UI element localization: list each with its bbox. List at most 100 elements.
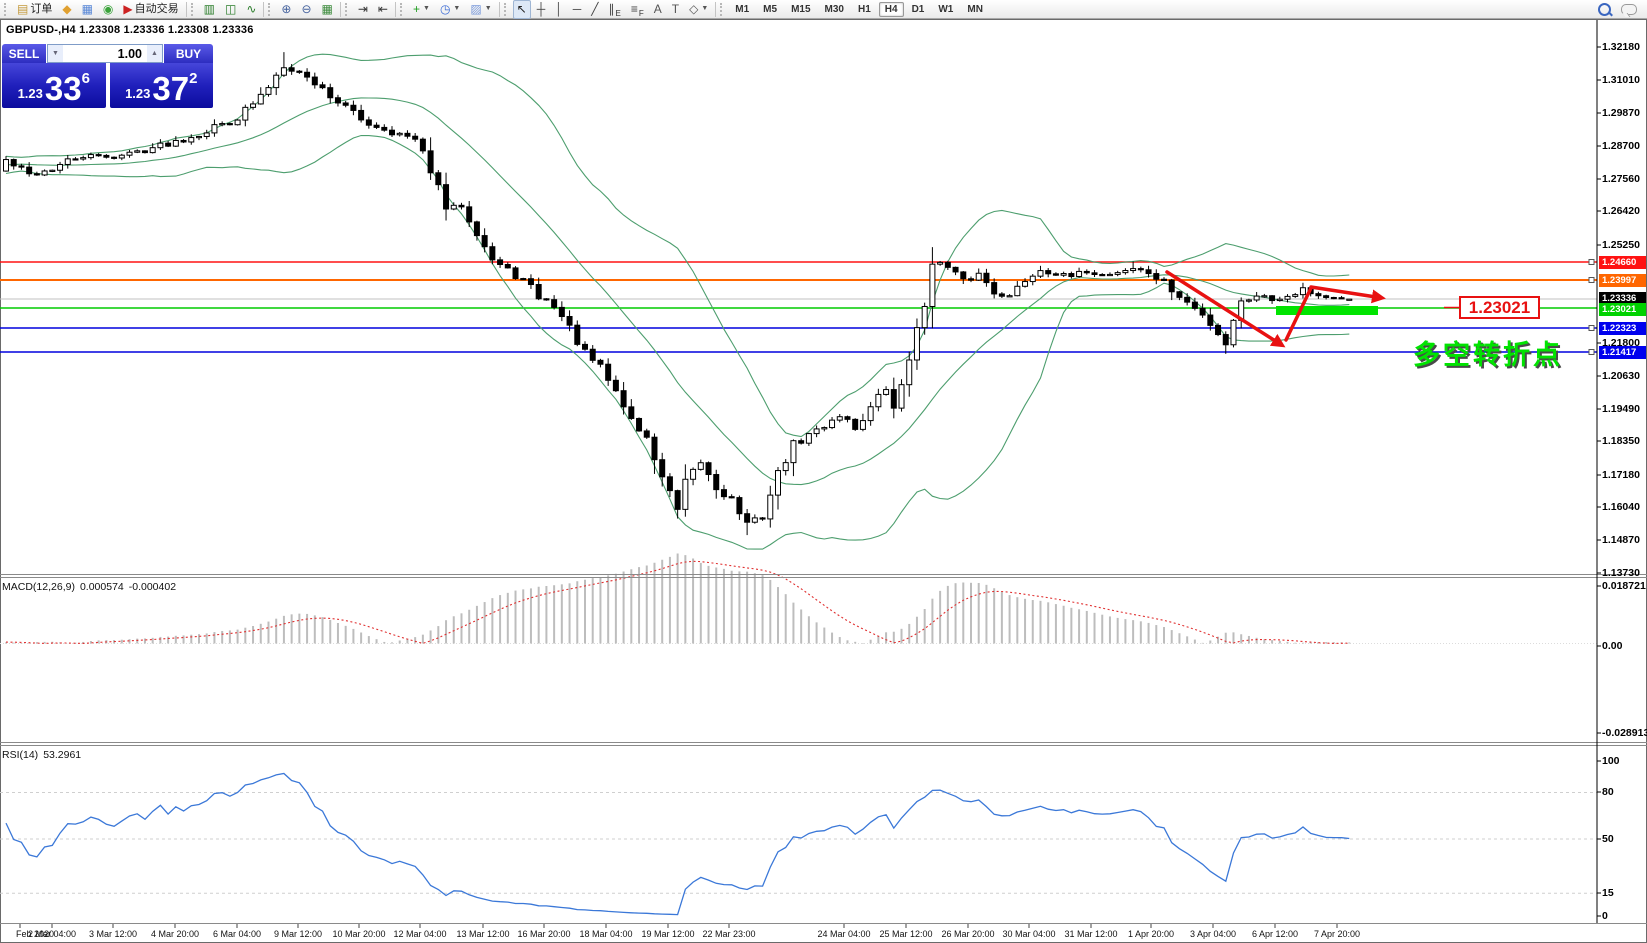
crosshair-icon: ┼ — [537, 2, 546, 16]
tb-handle — [400, 3, 405, 16]
metatrader-terminal: { "toolbar": { "buttons": [ {"name":"new… — [0, 0, 1647, 943]
timeframe-D1[interactable]: D1 — [906, 2, 931, 17]
tb-sep — [340, 2, 341, 17]
arrows-button[interactable]: ◇▼ — [685, 0, 712, 19]
equidistant-channel-button[interactable]: ∥E — [604, 0, 624, 19]
market-watch-button[interactable]: ◉ — [99, 0, 117, 19]
tb-sep — [263, 2, 264, 17]
vertical-line-button[interactable]: │ — [551, 0, 567, 19]
macd-value: 0.000574 — [80, 581, 124, 593]
rsi-panel-splitter[interactable] — [0, 742, 1647, 747]
sub-label: F — [639, 9, 644, 18]
tb-sep — [186, 2, 187, 17]
text-label-button[interactable]: T — [668, 0, 683, 19]
rsi-header: RSI(14)53.2961 — [2, 749, 86, 761]
sell-price[interactable]: 1.23336 — [2, 63, 106, 108]
timeframe-M30[interactable]: M30 — [819, 2, 850, 17]
bar-chart-icon: ▥ — [204, 2, 215, 16]
fibonacci-icon: ≡ — [631, 2, 638, 16]
toolbar-right — [1598, 3, 1647, 16]
sell-price-big: 33 — [45, 74, 82, 103]
chart-quote-header: GBPUSD-,H4 1.23308 1.23336 1.23308 1.233… — [6, 24, 254, 36]
trendline-button[interactable]: ╱ — [587, 0, 602, 19]
macd-panel-splitter[interactable] — [0, 574, 1647, 579]
tb-sep — [499, 2, 500, 17]
new-order-icon: ▤ — [17, 2, 28, 16]
new-order-button-label: 订单 — [30, 1, 52, 17]
chevron-down-icon[interactable]: ▼ — [423, 1, 430, 17]
timeframe-M1[interactable]: M1 — [729, 2, 755, 17]
volume-decrease-button[interactable]: ▼ — [48, 45, 63, 62]
indicators-icon: + — [413, 2, 420, 16]
chevron-down-icon[interactable]: ▼ — [701, 1, 708, 17]
chevron-down-icon[interactable]: ▼ — [453, 1, 460, 17]
equidistant-channel-icon: ∥ — [608, 2, 614, 16]
chevron-down-icon[interactable]: ▼ — [485, 1, 492, 17]
turning-point-annotation: 多空转折点 — [1413, 333, 1563, 372]
macd-header: MACD(12,26,9)0.000574-0.000402 — [2, 581, 181, 593]
sub-label: E — [615, 9, 620, 18]
chat-icon[interactable] — [1621, 4, 1637, 15]
tb-handle — [4, 3, 9, 16]
cursor-icon: ↖ — [517, 2, 527, 16]
zoom-in-icon: ⊕ — [281, 2, 291, 16]
zoom-out-button[interactable]: ⊖ — [297, 0, 315, 19]
cursor-button[interactable]: ↖ — [513, 0, 531, 19]
templates-button[interactable]: ▨▼ — [466, 0, 495, 19]
new-chart-button[interactable]: ▦ — [78, 0, 97, 19]
fibonacci-button[interactable]: ≡F — [627, 0, 648, 19]
timeframe-H1[interactable]: H1 — [852, 2, 877, 17]
text-button[interactable]: A — [650, 0, 666, 19]
toolbar: ▤订单◆▦◉▶自动交易▥◫∿⊕⊖▦⇥⇤+▼◷▼▨▼↖┼│─╱∥E≡FAT◇▼M1… — [0, 0, 1647, 19]
tb-sep — [395, 2, 396, 17]
metaeditor-icon: ◆ — [62, 2, 71, 16]
chart-canvas[interactable] — [0, 0, 1647, 943]
timeframe-W1[interactable]: W1 — [932, 2, 959, 17]
horizontal-line-icon: ─ — [573, 2, 582, 16]
candlestick-chart-icon: ◫ — [225, 2, 236, 16]
candlestick-chart-button[interactable]: ◫ — [221, 0, 240, 19]
volume-increase-button[interactable]: ▲ — [147, 45, 162, 62]
volume-input[interactable]: 1.00 — [63, 45, 147, 62]
search-icon[interactable] — [1598, 3, 1611, 16]
periods-button[interactable]: ◷▼ — [436, 0, 464, 19]
toolbar-items: ▤订单◆▦◉▶自动交易▥◫∿⊕⊖▦⇥⇤+▼◷▼▨▼↖┼│─╱∥E≡FAT◇▼M1… — [2, 0, 990, 19]
horizontal-line-button[interactable]: ─ — [569, 0, 586, 19]
bar-chart-button[interactable]: ▥ — [200, 0, 219, 19]
sell-button[interactable]: SELL — [2, 44, 46, 63]
chart-shift-icon: ⇤ — [378, 2, 388, 16]
text-label-icon: T — [672, 2, 679, 16]
tb-handle — [720, 3, 725, 16]
auto-trading-button[interactable]: ▶自动交易 — [119, 0, 182, 19]
crosshair-button[interactable]: ┼ — [533, 0, 550, 19]
text-icon: A — [654, 2, 662, 16]
timeframe-M15[interactable]: M15 — [785, 2, 816, 17]
tile-windows-button[interactable]: ▦ — [318, 0, 337, 19]
indicators-button[interactable]: +▼ — [409, 0, 434, 19]
tb-handle — [268, 3, 273, 16]
vertical-line-icon: │ — [555, 2, 563, 16]
timeframe-MN[interactable]: MN — [961, 2, 989, 17]
timeframe-M5[interactable]: M5 — [757, 2, 783, 17]
chart-shift-button[interactable]: ⇤ — [374, 0, 392, 19]
new-chart-icon: ▦ — [82, 2, 93, 16]
periods-icon: ◷ — [440, 2, 450, 16]
line-chart-icon: ∿ — [246, 2, 256, 16]
auto-scroll-button[interactable]: ⇥ — [354, 0, 372, 19]
buy-price-sup: 2 — [189, 63, 197, 87]
buy-button[interactable]: BUY — [164, 44, 213, 63]
buy-price-prefix: 1.23 — [125, 84, 150, 103]
templates-icon: ▨ — [470, 2, 481, 16]
market-watch-icon: ◉ — [103, 2, 113, 16]
buy-price[interactable]: 1.23372 — [110, 63, 214, 108]
zoom-in-button[interactable]: ⊕ — [277, 0, 295, 19]
timeframe-H4[interactable]: H4 — [879, 2, 904, 17]
new-order-button[interactable]: ▤订单 — [13, 0, 56, 19]
one-click-trading-panel: SELL ▼ 1.00 ▲ BUY 1.23336 1.23372 — [2, 44, 213, 108]
line-chart-button[interactable]: ∿ — [242, 0, 260, 19]
zoom-out-icon: ⊖ — [301, 2, 311, 16]
metaeditor-button[interactable]: ◆ — [58, 0, 75, 19]
tb-sep — [715, 2, 716, 17]
macd-label: MACD(12,26,9) — [2, 581, 75, 593]
buy-price-big: 37 — [152, 74, 189, 103]
